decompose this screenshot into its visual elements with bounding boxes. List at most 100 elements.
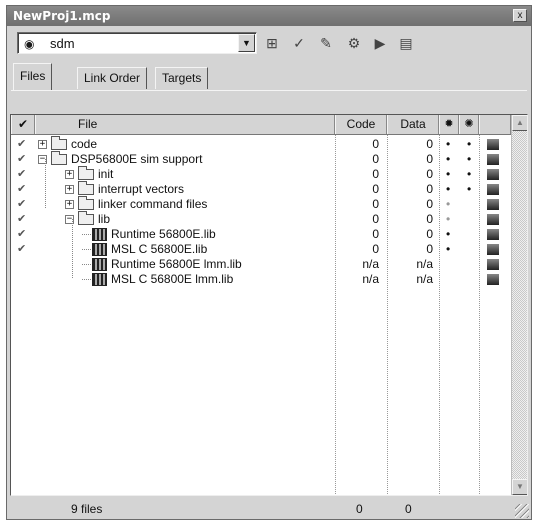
check-sync-icon: ✓	[293, 35, 305, 51]
file-row[interactable]: MSL C 56800E lmm.lib n/a n/a	[11, 272, 511, 287]
project-inspector-button[interactable]: ▤	[395, 32, 417, 54]
tree-line	[45, 159, 46, 208]
target-flag[interactable]: •	[467, 137, 471, 152]
data-size: 0	[426, 137, 433, 151]
vertical-scrollbar[interactable]: ▲ ▼	[511, 115, 527, 495]
chevron-down-icon[interactable]: ▼	[238, 34, 255, 52]
data-size: 0	[426, 242, 433, 256]
settings-panel-icon: ⊞	[266, 35, 278, 51]
file-row[interactable]: ✔ − lib 0 0 •	[11, 211, 511, 227]
debug-flag[interactable]: •	[446, 137, 450, 152]
status-bar: 9 files 0 0	[7, 499, 531, 519]
tab-targets[interactable]: Targets	[155, 67, 209, 89]
folder-icon	[78, 196, 94, 210]
toolbar: ◉ sdm ▼ ⊞ ✓ ✎ ⚙ ▶ ▤	[7, 26, 531, 58]
touch-icon[interactable]	[487, 184, 499, 195]
touch-icon[interactable]	[487, 154, 499, 165]
file-row[interactable]: ✔ + interrupt vectors 0 0 • •	[11, 181, 511, 197]
resize-grip[interactable]	[515, 504, 529, 518]
checkmark-icon[interactable]: ✔	[17, 167, 26, 182]
touch-icon[interactable]	[487, 229, 499, 240]
header-check-icon[interactable]: ✔	[11, 115, 35, 134]
file-row[interactable]: ✔ + linker command files 0 0 •	[11, 196, 511, 212]
data-size: 0	[426, 212, 433, 226]
code-size: 0	[372, 197, 379, 211]
file-list-panel: ✔ File Code Data ✹ ✺ ✔ + code 0 0 • • ✔ − DSP5680…	[10, 114, 528, 496]
make-icon: ✎	[320, 35, 332, 51]
checkmark-icon[interactable]: ✔	[17, 182, 26, 197]
scroll-down-button[interactable]: ▼	[512, 479, 527, 495]
code-size: n/a	[362, 272, 379, 286]
tab-files[interactable]: Files	[13, 63, 53, 90]
synchronize-button[interactable]: ✓	[288, 32, 310, 54]
checkmark-icon[interactable]: ✔	[17, 242, 26, 257]
debug-flag[interactable]: •	[446, 182, 450, 197]
code-size: 0	[372, 242, 379, 256]
tab-divider	[11, 90, 527, 91]
file-row[interactable]: ✔ + init 0 0 • •	[11, 166, 511, 182]
checkmark-icon[interactable]: ✔	[17, 152, 26, 167]
touch-icon[interactable]	[487, 199, 499, 210]
target-select[interactable]: ◉ sdm ▼	[17, 32, 257, 54]
debug-column-icon[interactable]: ✹	[439, 115, 459, 134]
tab-link-order[interactable]: Link Order	[77, 67, 148, 89]
file-row[interactable]: ✔ Runtime 56800E.lib 0 0 •	[11, 227, 511, 242]
file-row[interactable]: ✔ + code 0 0 • •	[11, 136, 511, 152]
debug-flag[interactable]: •	[446, 152, 450, 167]
data-size: n/a	[416, 257, 433, 271]
touch-icon[interactable]	[487, 139, 499, 150]
touch-icon[interactable]	[487, 244, 499, 255]
file-row[interactable]: Runtime 56800E lmm.lib n/a n/a	[11, 257, 511, 272]
checkmark-icon[interactable]: ✔	[17, 212, 26, 227]
touch-icon[interactable]	[487, 214, 499, 225]
debug-flag[interactable]: •	[446, 227, 450, 242]
code-size: 0	[372, 182, 379, 196]
checkmark-icon[interactable]: ✔	[17, 137, 26, 152]
expand-icon[interactable]: +	[65, 170, 74, 179]
expand-icon[interactable]: +	[65, 185, 74, 194]
target-flag[interactable]: •	[467, 152, 471, 167]
header-file[interactable]: File	[35, 115, 335, 134]
folder-name: DSP56800E sim support	[71, 152, 203, 166]
project-window: NewProj1.mcp x ◉ sdm ▼ ⊞ ✓ ✎ ⚙ ▶ ▤ Files Link…	[6, 5, 532, 520]
touch-icon[interactable]	[487, 169, 499, 180]
folder-icon	[78, 181, 94, 195]
expand-icon[interactable]: +	[38, 140, 47, 149]
header-code[interactable]: Code	[335, 115, 387, 134]
title-bar[interactable]: NewProj1.mcp x	[7, 6, 531, 26]
close-button[interactable]: x	[513, 9, 527, 22]
target-flag[interactable]: •	[467, 167, 471, 182]
checkmark-icon[interactable]: ✔	[17, 227, 26, 242]
header-data[interactable]: Data	[387, 115, 439, 134]
debug-flag[interactable]: •	[446, 197, 450, 212]
target-select-value: sdm	[50, 36, 75, 51]
touch-icon[interactable]	[487, 274, 499, 285]
folder-icon	[51, 136, 67, 150]
make-button[interactable]: ✎	[315, 32, 337, 54]
file-count: 9 files	[71, 502, 103, 516]
expand-icon[interactable]: +	[65, 200, 74, 209]
debug-flag[interactable]: •	[446, 242, 450, 257]
tree-line	[72, 219, 73, 279]
run-button[interactable]: ▶	[369, 32, 391, 54]
library-icon	[92, 258, 107, 271]
checkmark-icon[interactable]: ✔	[17, 197, 26, 212]
file-name: Runtime 56800E.lib	[111, 227, 216, 241]
debug-flag[interactable]: •	[446, 167, 450, 182]
touch-column-icon[interactable]: ✺	[459, 115, 479, 134]
library-icon	[92, 243, 107, 256]
inspector-icon: ▤	[399, 35, 413, 51]
folder-name: interrupt vectors	[98, 182, 185, 196]
touch-icon[interactable]	[487, 259, 499, 270]
code-total: 0	[356, 502, 363, 516]
file-row[interactable]: ✔ MSL C 56800E.lib 0 0 •	[11, 242, 511, 257]
file-name: MSL C 56800E lmm.lib	[111, 272, 234, 286]
data-size: 0	[426, 182, 433, 196]
scroll-up-button[interactable]: ▲	[512, 115, 527, 131]
target-settings-button[interactable]: ⊞	[261, 32, 283, 54]
file-row[interactable]: ✔ − DSP56800E sim support 0 0 • •	[11, 151, 511, 167]
target-flag[interactable]: •	[467, 182, 471, 197]
tree-line	[82, 264, 91, 265]
debug-button[interactable]: ⚙	[343, 32, 365, 54]
debug-flag[interactable]: •	[446, 212, 450, 227]
